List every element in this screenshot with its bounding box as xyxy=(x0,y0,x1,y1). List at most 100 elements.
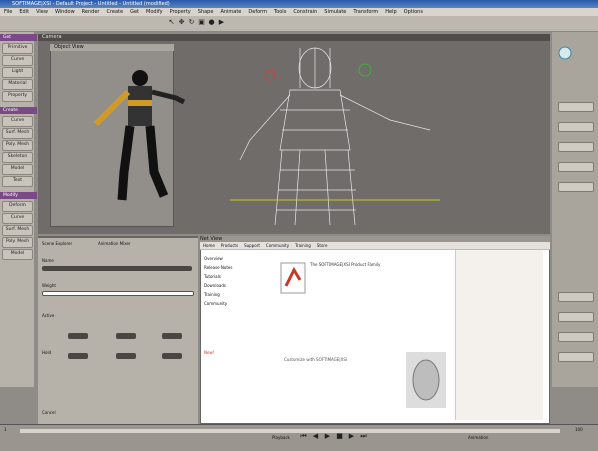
playback-label: Playback xyxy=(272,435,290,440)
rotate-icon[interactable]: ↻ xyxy=(188,19,195,26)
side-link[interactable]: Tutorials xyxy=(204,274,264,279)
side-link[interactable]: Training xyxy=(204,292,264,297)
menu-item[interactable]: Simulate xyxy=(324,9,346,15)
right-button[interactable] xyxy=(558,122,594,132)
nav-link[interactable]: Training xyxy=(295,243,311,248)
render-preview-header: Object View xyxy=(50,44,174,51)
toolbar: ↖ ✥ ↻ ▣ ● ▶ xyxy=(0,16,598,32)
left-tab-item[interactable]: Primitive xyxy=(2,43,33,54)
left-tab-item[interactable]: Curve xyxy=(2,213,33,224)
panel-tab[interactable]: Animation Mixer xyxy=(98,241,131,246)
face-render xyxy=(406,352,446,408)
menu-item[interactable]: View xyxy=(36,9,48,15)
window-title: SOFTIMAGE|XSI - Default Project - Untitl… xyxy=(0,0,598,8)
menu-item[interactable]: File xyxy=(4,9,12,15)
menu-item[interactable]: Animate xyxy=(220,9,241,15)
left-tab-item[interactable]: Surf. Mesh xyxy=(2,225,33,236)
left-tab-item[interactable]: Material xyxy=(2,79,33,90)
left-tab-item[interactable]: Curve xyxy=(2,116,33,127)
menu-bar: File Edit View Window Render Create Get Modify P… xyxy=(0,8,598,16)
product-box-icon xyxy=(280,262,306,294)
timeline[interactable]: 1 100 Playback Animation xyxy=(0,424,598,451)
left-tab-item[interactable]: Skeleton xyxy=(2,152,33,163)
step-forward-icon[interactable]: ▶ xyxy=(348,433,355,440)
rewind-icon[interactable]: ⏮ xyxy=(300,433,307,440)
side-link[interactable]: Overview xyxy=(204,256,264,261)
menu-item[interactable]: Window xyxy=(55,9,75,15)
menu-item[interactable]: Help xyxy=(385,9,396,15)
right-button[interactable] xyxy=(558,352,594,362)
news-column xyxy=(455,250,543,420)
row-label: Weight xyxy=(42,283,56,288)
menu-item[interactable]: Tools xyxy=(274,9,286,15)
menu-item[interactable]: Transform xyxy=(353,9,378,15)
frame-end: 100 xyxy=(575,427,583,432)
menu-item[interactable]: Constrain xyxy=(293,9,317,15)
right-button[interactable] xyxy=(558,102,594,112)
animation-label: Animation xyxy=(468,435,489,440)
translate-icon[interactable]: ✥ xyxy=(178,19,185,26)
left-tab-item[interactable]: Curve xyxy=(2,55,33,66)
left-tab-item[interactable]: Text xyxy=(2,176,33,187)
nav-link[interactable]: Home xyxy=(203,243,215,248)
menu-item[interactable]: Shape xyxy=(198,9,214,15)
left-tab-header: Create xyxy=(0,107,37,114)
left-tab-item[interactable]: Surf. Mesh xyxy=(2,128,33,139)
row-label: Hold xyxy=(42,350,52,355)
ball-icon[interactable] xyxy=(558,46,572,60)
frame-start: 1 xyxy=(4,427,7,432)
left-tab-item[interactable]: Light xyxy=(2,67,33,78)
right-button[interactable] xyxy=(558,182,594,192)
menu-item[interactable]: Render xyxy=(82,9,100,15)
wireframe-character[interactable] xyxy=(220,40,450,230)
step-back-icon[interactable]: ◀ xyxy=(312,433,319,440)
play-icon[interactable]: ▶ xyxy=(218,19,225,26)
menu-item[interactable]: Property xyxy=(170,9,191,15)
side-links: Overview Release Notes Tutorials Downloads T… xyxy=(204,256,264,310)
right-button[interactable] xyxy=(558,162,594,172)
promo-text: Customize with SOFTIMAGE|XSI xyxy=(284,357,348,362)
left-tab-header: Modify xyxy=(0,192,37,199)
scale-icon[interactable]: ▣ xyxy=(198,19,205,26)
nav-link[interactable]: Support xyxy=(244,243,260,248)
menu-item[interactable]: Deform xyxy=(248,9,267,15)
dialog-nav: Home Products Support Community Training Stor… xyxy=(200,242,550,250)
menu-item[interactable]: Modify xyxy=(146,9,163,15)
left-tab-header: Get xyxy=(0,34,37,41)
left-tab-item[interactable]: Deform xyxy=(2,201,33,212)
menu-item[interactable]: Edit xyxy=(19,9,29,15)
shaded-character xyxy=(93,70,186,201)
left-toolbar: Get Primitive Curve Light Material Property Cr… xyxy=(0,32,37,387)
right-button[interactable] xyxy=(558,312,594,322)
panel-tab[interactable]: Scene Explorer xyxy=(42,241,72,246)
record-icon[interactable]: ● xyxy=(208,19,215,26)
side-link[interactable]: Downloads xyxy=(204,283,264,288)
fast-forward-icon[interactable]: ⏭ xyxy=(360,433,367,440)
nav-link[interactable]: Products xyxy=(221,243,238,248)
menu-item[interactable]: Get xyxy=(130,9,139,15)
highlight-text: New! xyxy=(204,350,215,355)
select-icon[interactable]: ↖ xyxy=(168,19,175,26)
animation-mixer-panel: Scene Explorer Animation Mixer Name Weig… xyxy=(38,236,198,424)
row-label: Name xyxy=(42,258,54,263)
menu-item[interactable]: Create xyxy=(106,9,123,15)
right-panel xyxy=(552,32,598,387)
side-link[interactable]: Community xyxy=(204,301,264,306)
right-button[interactable] xyxy=(558,292,594,302)
row-label: Active xyxy=(42,313,55,318)
cancel-button[interactable]: Cancel xyxy=(42,410,56,415)
play-icon[interactable]: ▶ xyxy=(324,433,331,440)
nav-link[interactable]: Community xyxy=(266,243,289,248)
side-link[interactable]: Release Notes xyxy=(204,265,264,270)
right-button[interactable] xyxy=(558,142,594,152)
left-tab-item[interactable]: Property xyxy=(2,91,33,102)
nav-link[interactable]: Store xyxy=(317,243,328,248)
left-tab-item[interactable]: Poly. Mesh xyxy=(2,140,33,151)
product-heading: The SOFTIMAGE|XSI Product Family xyxy=(310,262,381,267)
left-tab-item[interactable]: Model xyxy=(2,164,33,175)
left-tab-item[interactable]: Poly. Mesh xyxy=(2,237,33,248)
menu-item[interactable]: Options xyxy=(404,9,423,15)
stop-icon[interactable]: ■ xyxy=(336,433,343,440)
left-tab-item[interactable]: Model xyxy=(2,249,33,260)
right-button[interactable] xyxy=(558,332,594,342)
